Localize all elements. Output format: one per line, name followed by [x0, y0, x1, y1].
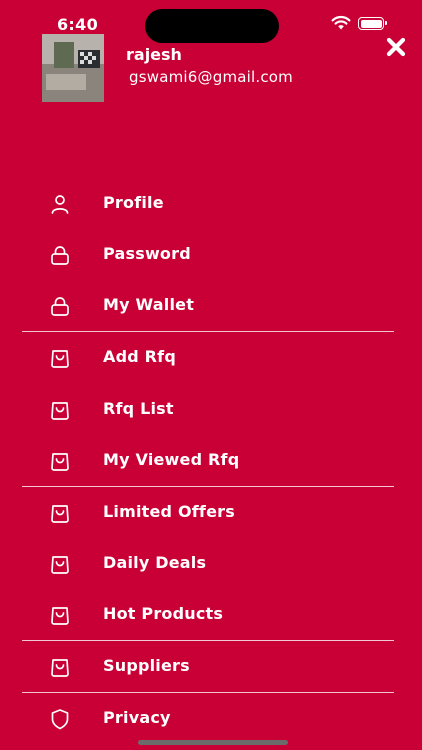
bag-icon: [51, 402, 69, 420]
menu-label: Rfq List: [103, 399, 174, 418]
menu-label: Password: [103, 244, 191, 263]
close-button[interactable]: [384, 36, 408, 58]
user-icon: [51, 195, 69, 214]
wifi-icon: [331, 15, 351, 30]
lock-icon: [51, 297, 69, 316]
home-indicator: [138, 740, 288, 745]
bag-icon: [51, 659, 69, 677]
bag-icon: [51, 556, 69, 574]
menu-item-add-rfq[interactable]: Add Rfq: [0, 332, 422, 382]
menu-item-hot-products[interactable]: Hot Products: [0, 589, 422, 639]
menu-item-limited-offers[interactable]: Limited Offers: [0, 487, 422, 537]
menu-label: Profile: [103, 193, 164, 212]
status-time: 6:40: [57, 15, 98, 34]
dynamic-island: [145, 9, 279, 43]
user-name: rajesh: [126, 45, 182, 64]
menu-label: My Wallet: [103, 295, 195, 314]
menu-item-suppliers[interactable]: Suppliers: [0, 641, 422, 691]
close-icon: [386, 37, 406, 57]
battery-icon: [358, 17, 387, 30]
lock-icon: [51, 246, 69, 265]
menu-label: Limited Offers: [103, 502, 235, 521]
menu-item-rfq-list[interactable]: Rfq List: [0, 384, 422, 434]
bag-icon: [51, 350, 69, 368]
menu-item-my-wallet[interactable]: My Wallet: [0, 280, 422, 330]
menu-item-my-viewed-rfq[interactable]: My Viewed Rfq: [0, 435, 422, 485]
avatar: [42, 34, 104, 102]
shield-icon: [51, 709, 69, 730]
menu-label: Privacy: [103, 708, 171, 727]
menu-label: Suppliers: [103, 656, 190, 675]
menu-label: My Viewed Rfq: [103, 450, 240, 469]
menu-label: Daily Deals: [103, 553, 207, 572]
bag-icon: [51, 607, 69, 625]
menu-item-privacy[interactable]: Privacy: [0, 693, 422, 743]
menu-label: Add Rfq: [103, 347, 176, 366]
menu-item-password[interactable]: Password: [0, 229, 422, 279]
menu-item-profile[interactable]: Profile: [0, 178, 422, 228]
menu-label: Hot Products: [103, 604, 224, 623]
menu-item-daily-deals[interactable]: Daily Deals: [0, 538, 422, 588]
bag-icon: [51, 505, 69, 523]
user-email: gswami6@gmail.com: [129, 68, 293, 86]
bag-icon: [51, 453, 69, 471]
